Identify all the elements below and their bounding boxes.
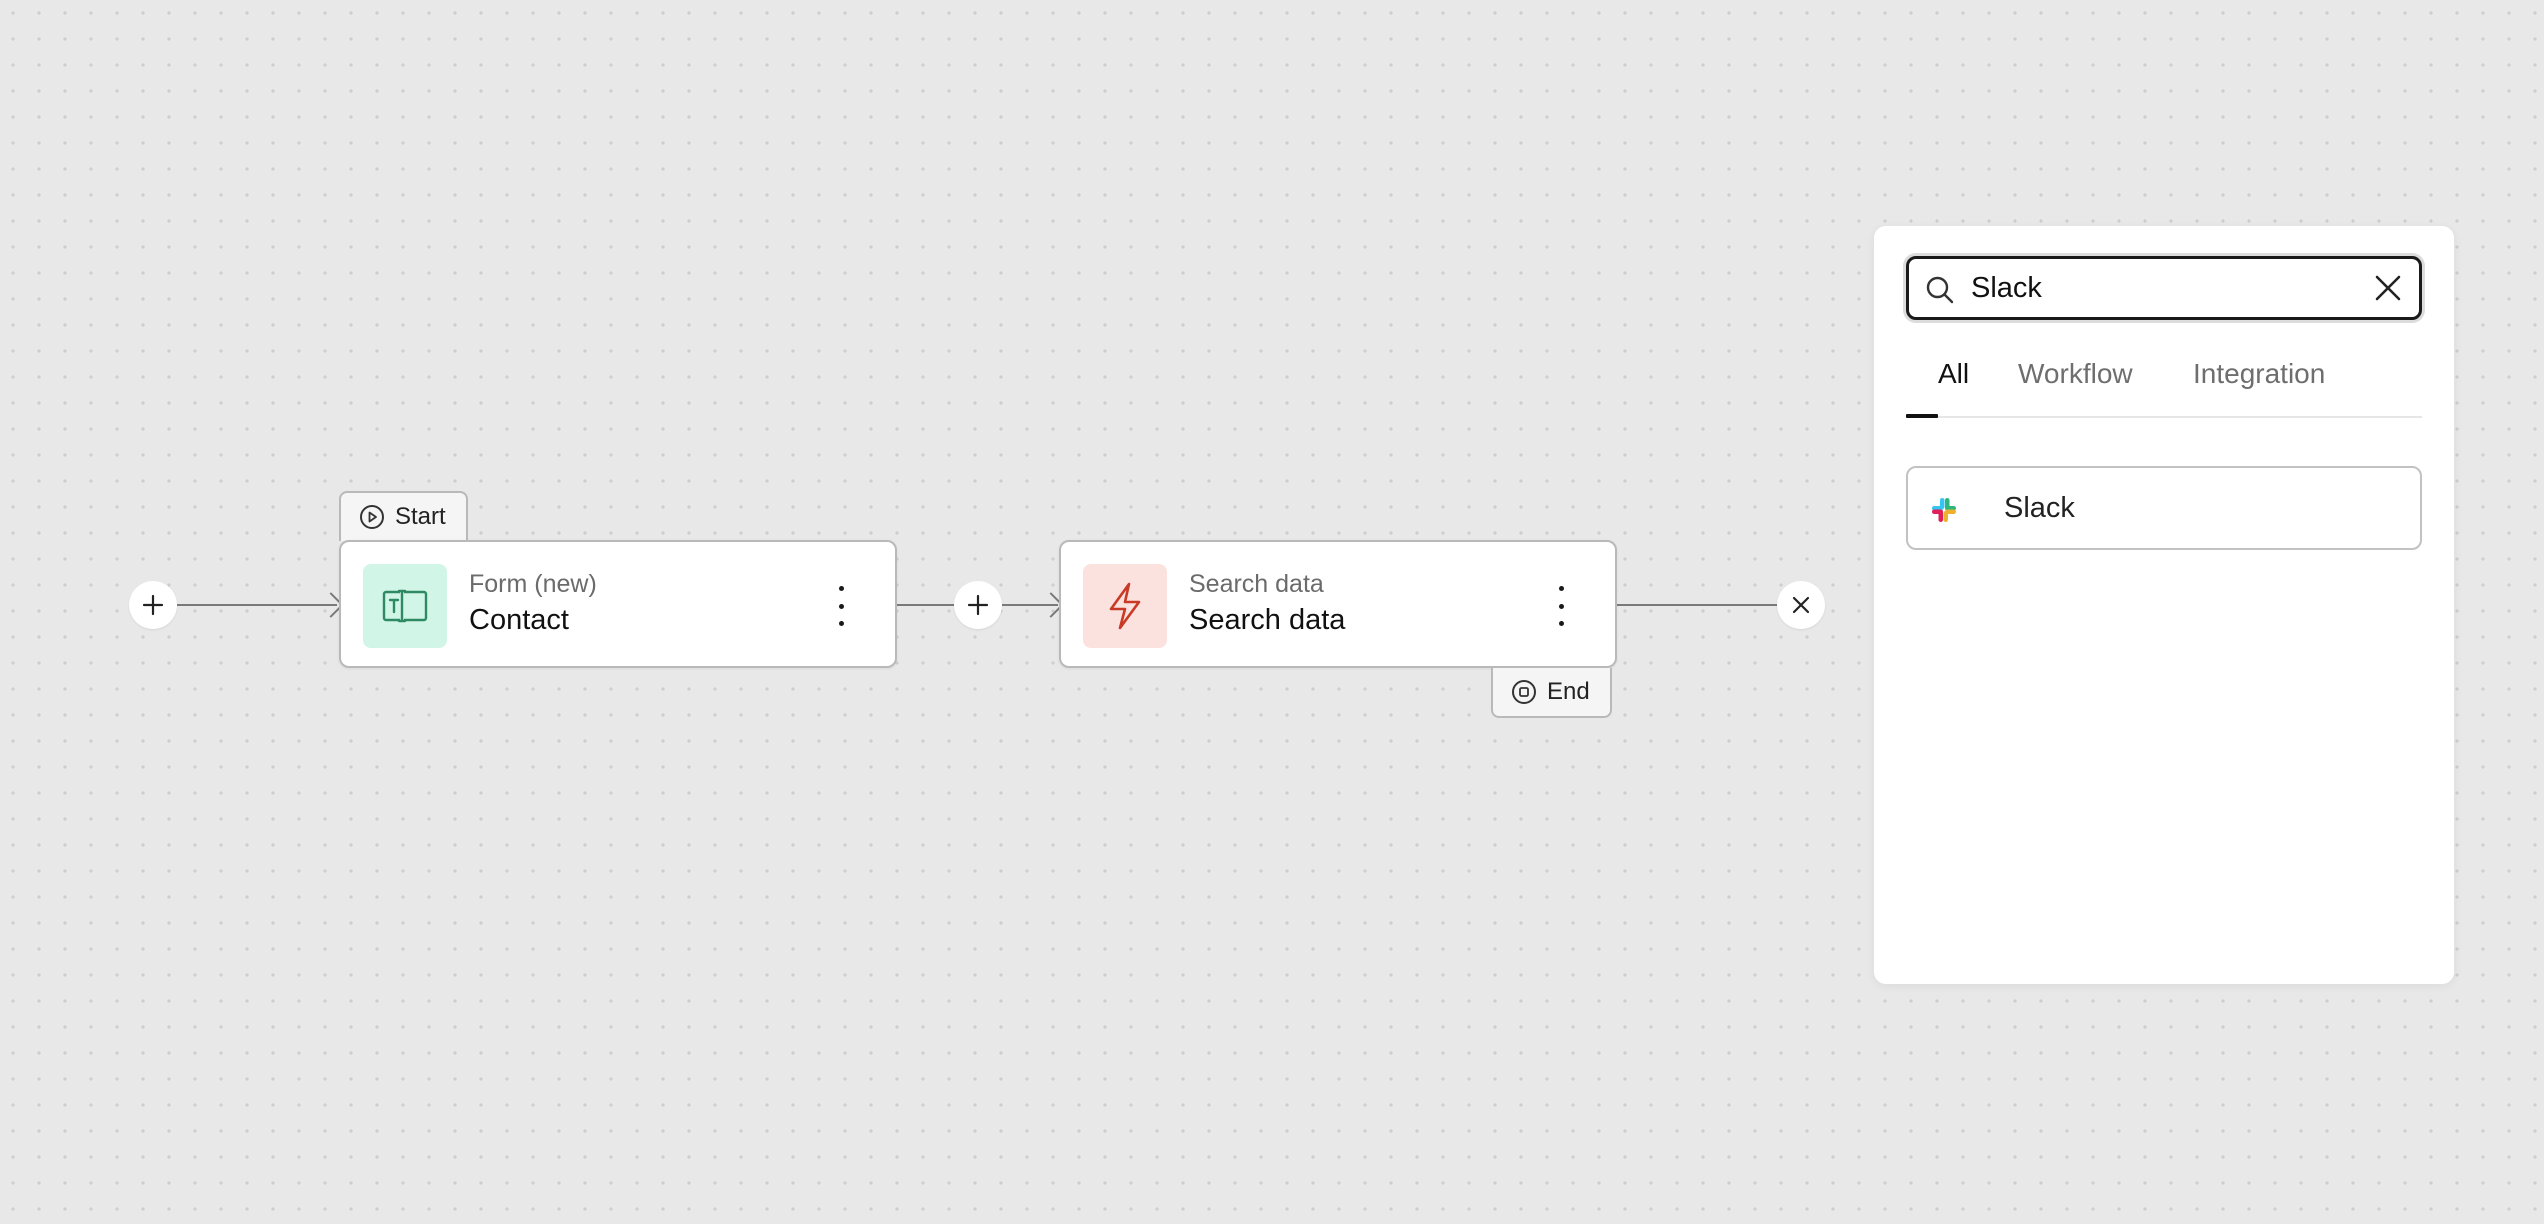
end-tag: End [1491, 668, 1612, 718]
search-icon [1926, 276, 1954, 304]
close-icon [1792, 596, 1810, 614]
node-type-label: Form (new) [469, 570, 597, 598]
connector-line [177, 604, 337, 606]
add-step-between-button[interactable] [954, 581, 1002, 629]
lightning-icon [1109, 582, 1141, 630]
connector-line [1617, 604, 1781, 606]
connector-line [897, 604, 957, 606]
node-icon-container [1083, 564, 1167, 648]
tab-workflow[interactable]: Workflow [2018, 358, 2133, 390]
search-input[interactable] [1971, 267, 2361, 309]
search-result-label: Slack [2004, 492, 2075, 524]
plus-icon [142, 594, 164, 616]
node-title: Search data [1189, 604, 1346, 636]
add-step-before-button[interactable] [129, 581, 177, 629]
search-result-slack[interactable]: Slack [1906, 466, 2422, 550]
workflow-node-form[interactable]: Form (new) Contact [339, 540, 897, 668]
node-more-menu-icon[interactable] [829, 586, 853, 626]
search-box[interactable] [1906, 256, 2422, 320]
clear-search-icon[interactable] [2373, 273, 2403, 303]
plus-icon [967, 594, 989, 616]
start-tag-label: Start [395, 503, 446, 530]
node-title: Contact [469, 604, 569, 636]
close-branch-button[interactable] [1777, 581, 1825, 629]
node-icon-container [363, 564, 447, 648]
node-type-label: Search data [1189, 570, 1324, 598]
play-circle-icon [360, 505, 384, 529]
node-more-menu-icon[interactable] [1549, 586, 1573, 626]
add-step-search-panel: All Workflow Integration Slack [1874, 226, 2454, 984]
form-icon [382, 589, 428, 623]
tab-all[interactable]: All [1938, 358, 1969, 390]
active-tab-indicator [1906, 414, 1938, 418]
tab-integration[interactable]: Integration [2193, 358, 2325, 390]
slack-logo-icon [1932, 498, 1956, 522]
start-tag: Start [339, 491, 468, 541]
stop-circle-icon [1512, 680, 1536, 704]
end-tag-label: End [1547, 678, 1590, 705]
workflow-node-search-data[interactable]: Search data Search data [1059, 540, 1617, 668]
filter-tabs: All Workflow Integration [1906, 358, 2422, 418]
